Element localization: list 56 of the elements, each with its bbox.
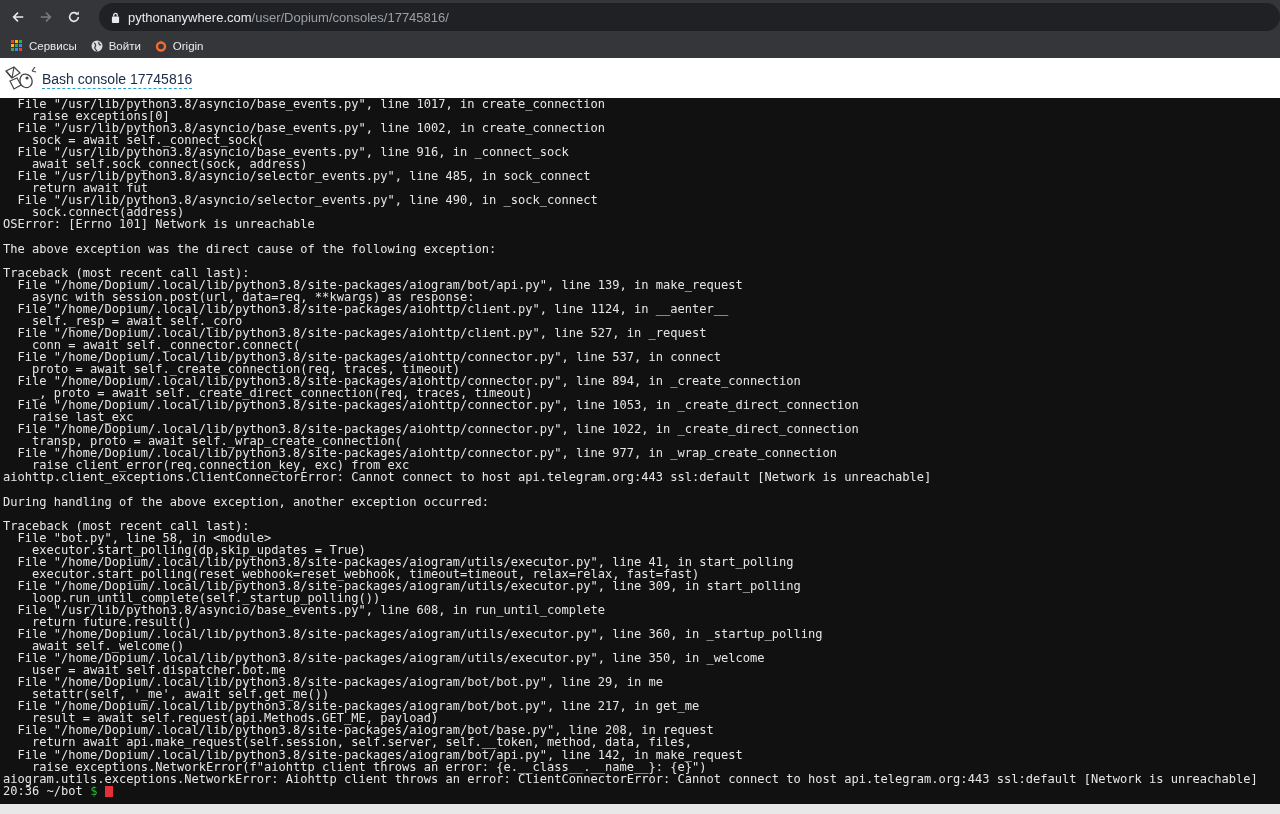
console-line: setattr(self, '_me', await self.get_me()): [32, 688, 330, 701]
console-line: raise exceptions[0]: [32, 110, 170, 123]
console-line: user = await self.dispatcher.bot.me: [32, 664, 286, 677]
text-cursor: [104, 785, 113, 797]
console-line: Traceback (most recent call last):: [3, 266, 250, 279]
forward-icon[interactable]: [39, 10, 53, 24]
console-line: File "/home/Dopium/.local/lib/python3.8/site-packages/aiogram/bot/bot.py", line 217, in get_me: [16, 700, 700, 713]
bookmark-link[interactable]: Войти: [90, 40, 141, 52]
console-line: File "/home/Dopium/.local/lib/python3.8/site-packages/aiohttp/connector.py", line 1053, in _create_direct_connection: [16, 399, 859, 412]
console-line: File "/usr/lib/python3.8/asyncio/selector_events.py", line 490, in _sock_connect: [16, 194, 598, 207]
console-line: result = await self.request(api.Methods.GET_ME, payload): [32, 712, 439, 725]
console-line: The above exception was the direct cause of the following exception:: [3, 242, 497, 255]
console-line: File "/home/Dopium/.local/lib/python3.8/site-packages/aiogram/bot/api.py", line 139, in make_request: [16, 278, 743, 291]
console-line: return await fut: [32, 182, 149, 195]
console-line: return await api.make_request(self.session, self.server, self.__token, method, data, files,: [31, 736, 693, 749]
console-line: File "/home/Dopium/.local/lib/python3.8/site-packages/aiogram/bot/bot.py", line 29, in me: [16, 676, 663, 689]
console-line: proto = await self._create_connection(req, traces, timeout): [32, 363, 460, 376]
bookmark-link[interactable]: Origin: [154, 40, 204, 52]
bookmark-link[interactable]: Сервисы: [11, 40, 77, 52]
terminal-panel[interactable]: [0, 98, 1280, 804]
console-line: File "/home/Dopium/.local/lib/python3.8/site-packages/aiogram/bot/base.py", line 208, in request: [16, 724, 714, 737]
console-line: raise last_exc: [32, 411, 134, 424]
console-line: File "/usr/lib/python3.8/asyncio/base_events.py", line 1017, in create_connection: [16, 98, 605, 111]
console-line: File "/home/Dopium/.local/lib/python3.8/site-packages/aiogram/bot/api.py", line 142, in make_request: [16, 748, 743, 761]
console-line: File "/usr/lib/python3.8/asyncio/selector_events.py", line 485, in sock_connect: [16, 170, 591, 183]
console-line: File "/home/Dopium/.local/lib/python3.8/site-packages/aiogram/utils/executor.py", line 350, in _welcome: [16, 652, 765, 665]
console-line: File "/home/Dopium/.local/lib/python3.8/site-packages/aiohttp/connector.py", line 1022, in _create_direct_connection: [16, 423, 859, 436]
console-line: Traceback (most recent call last):: [3, 519, 250, 532]
console-line: _, proto = await self._create_direct_connection(req, traces, timeout): [32, 387, 533, 400]
console-line: await self._welcome(): [32, 640, 185, 653]
console-line: return future.result(): [31, 616, 192, 629]
address-bar[interactable]: pythonanywhere.com/user/Dopium/consoles/17745816/: [99, 3, 1280, 31]
console-line: File "/home/Dopium/.local/lib/python3.8/site-packages/aiohttp/connector.py", line 977, in _wrap_create_connection: [16, 447, 838, 460]
reload-icon[interactable]: [67, 10, 81, 24]
back-icon[interactable]: [11, 10, 25, 24]
console-line: await self.sock_connect(sock, address): [32, 158, 308, 171]
console-line: File "/usr/lib/python3.8/asyncio/base_events.py", line 1002, in create_connection: [16, 122, 605, 135]
apps-grid-icon: [11, 40, 23, 52]
console-title-link[interactable]: Bash console 17745816: [42, 71, 193, 89]
console-line: aiohttp.client_exceptions.ClientConnectorError: Cannot connect to host api.telegram.org:443 ssl:default [Network is unreachable]: [3, 471, 932, 484]
ring-icon: [154, 40, 167, 52]
lock-icon: [111, 11, 120, 23]
console-line: transp, proto = await self._wrap_create_connection(: [32, 435, 402, 448]
console-line: File "/usr/lib/python3.8/asyncio/base_events.py", line 916, in _connect_sock: [16, 146, 569, 159]
console-line: During handling of the above exception, another exception occurred:: [3, 495, 489, 508]
console-line: raise client_error(req.connection_key, exc) from exc: [32, 459, 410, 472]
console-line: File "bot.py", line 58, in <module>: [16, 531, 272, 544]
prompt-directory: ~/bot: [46, 784, 83, 797]
globe-icon: [90, 40, 103, 52]
prompt-symbol: $: [90, 784, 98, 797]
console-line: sock = await self._connect_sock(: [32, 134, 265, 147]
console-line: File "/home/Dopium/.local/lib/python3.8/site-packages/aiohttp/connector.py", line 537, in connect: [16, 351, 722, 364]
console-line: File "/home/Dopium/.local/lib/python3.8/site-packages/aiogram/utils/executor.py", line 360, in _startup_polling: [16, 628, 823, 641]
console-line: OSError: [Errno 101] Network is unreachable: [3, 218, 315, 231]
console-line: sock.connect(address): [32, 206, 185, 219]
console-line: File "/home/Dopium/.local/lib/python3.8/site-packages/aiohttp/connector.py", line 894, in _create_connection: [16, 375, 801, 388]
